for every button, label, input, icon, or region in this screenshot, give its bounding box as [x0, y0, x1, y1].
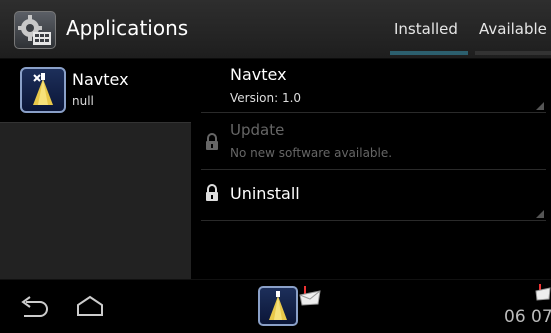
back-icon[interactable]: [18, 296, 52, 318]
list-item-title: Navtex: [72, 70, 129, 89]
app-name: Navtex: [230, 65, 287, 84]
list-item-subtitle: null: [72, 94, 94, 108]
tab-available-indicator: [475, 51, 551, 55]
tab-available[interactable]: Available: [479, 20, 547, 38]
home-icon[interactable]: [75, 295, 105, 317]
update-description: No new software available.: [230, 146, 393, 160]
app-detail-panel: Navtex Version: 1.0 Update No new softwa…: [191, 59, 551, 279]
navtex-notification-icon[interactable]: [258, 286, 298, 326]
uninstall-button[interactable]: Uninstall: [201, 172, 546, 221]
tab-installed-indicator: [390, 51, 468, 55]
app-list: Navtex null: [0, 59, 191, 279]
dropdown-corner-icon: [536, 210, 544, 218]
lock-icon: [206, 133, 218, 150]
app-version: Version: 1.0: [230, 91, 302, 105]
status-clock: 06 07: [504, 307, 551, 327]
settings-gear-icon[interactable]: [14, 11, 56, 49]
action-bar: Applications Installed Available: [0, 0, 551, 59]
app-header-row: Navtex Version: 1.0: [201, 59, 546, 113]
navigation-bar: 06 07: [0, 279, 551, 333]
update-button[interactable]: Update No new software available.: [201, 117, 546, 170]
mail-alert-icon: [299, 286, 321, 306]
mail-alert-icon: [535, 284, 551, 301]
page-title: Applications: [66, 16, 189, 40]
tab-installed[interactable]: Installed: [394, 20, 458, 38]
update-label: Update: [230, 121, 285, 139]
list-item[interactable]: Navtex null: [0, 59, 191, 123]
navtex-app-icon: [20, 67, 66, 113]
lock-icon: [206, 184, 218, 201]
dropdown-corner-icon: [536, 102, 544, 110]
uninstall-label: Uninstall: [230, 184, 300, 203]
